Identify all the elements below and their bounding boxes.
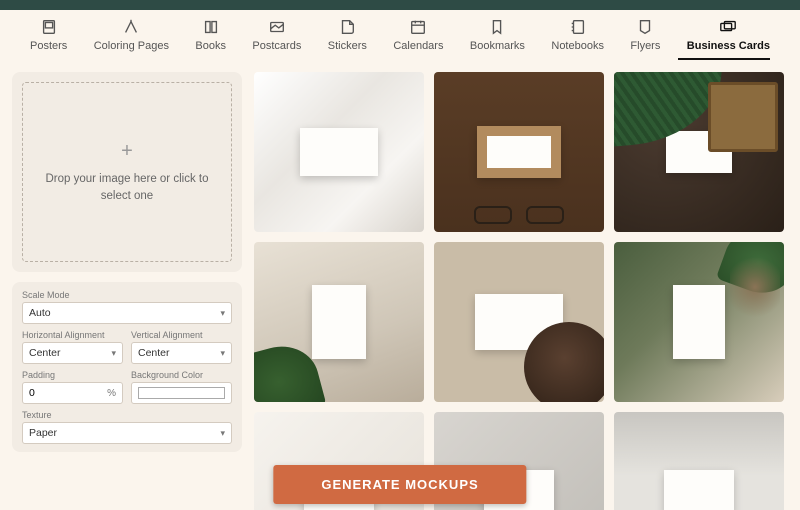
nav-tab-label: Books: [195, 40, 226, 52]
business-card-placeholder: [664, 470, 734, 510]
bg-color-label: Background Color: [131, 370, 232, 380]
top-bar: [0, 0, 800, 10]
posters-icon: [40, 18, 58, 36]
main-body: + Drop your image here or click to selec…: [0, 66, 800, 510]
bg-color-field: Background Color: [131, 370, 232, 404]
nav-tab-stickers[interactable]: Stickers: [328, 18, 367, 52]
decor-dried-plant: [730, 252, 780, 322]
books-icon: [202, 18, 220, 36]
padding-field: Padding %: [22, 370, 123, 404]
dropzone-text: Drop your image here or click to select …: [33, 171, 221, 203]
scale-mode-label: Scale Mode: [22, 290, 232, 300]
padding-suffix: %: [107, 388, 116, 399]
v-align-select[interactable]: Center: [131, 342, 232, 364]
business-cards-icon: [719, 18, 737, 36]
nav-tab-label: Bookmarks: [470, 40, 525, 52]
generate-mockups-button[interactable]: GENERATE MOCKUPS: [273, 465, 526, 504]
h-align-field: Horizontal Alignment Center: [22, 330, 123, 364]
business-card-placeholder: [312, 285, 366, 359]
business-card-placeholder: [477, 126, 561, 178]
h-align-label: Horizontal Alignment: [22, 330, 123, 340]
nav-tab-books[interactable]: Books: [195, 18, 226, 52]
nav-tab-label: Stickers: [328, 40, 367, 52]
v-align-field: Vertical Alignment Center: [131, 330, 232, 364]
stickers-icon: [338, 18, 356, 36]
mockup-template[interactable]: [254, 242, 424, 402]
bg-color-swatch: [138, 387, 225, 399]
nav-tab-notebooks[interactable]: Notebooks: [551, 18, 604, 52]
texture-value: Paper: [29, 427, 57, 439]
notebooks-icon: [569, 18, 587, 36]
h-align-select[interactable]: Center: [22, 342, 123, 364]
nav-tab-coloring-pages[interactable]: Coloring Pages: [94, 18, 169, 52]
mockup-grid: [254, 72, 788, 510]
mockup-template[interactable]: [614, 412, 784, 510]
h-align-value: Center: [29, 347, 61, 359]
left-panel: + Drop your image here or click to selec…: [12, 72, 242, 510]
nav-tab-label: Postcards: [252, 40, 301, 52]
v-align-value: Center: [138, 347, 170, 359]
padding-label: Padding: [22, 370, 123, 380]
image-dropzone[interactable]: + Drop your image here or click to selec…: [22, 82, 232, 262]
nav-tab-label: Flyers: [630, 40, 660, 52]
business-card-placeholder: [673, 285, 725, 359]
nav-tab-posters[interactable]: Posters: [30, 18, 67, 52]
mockup-template[interactable]: [254, 72, 424, 232]
decor-glasses: [474, 206, 564, 224]
decor-tray: [708, 82, 778, 152]
nav-tab-label: Calendars: [393, 40, 443, 52]
active-tab-underline: [678, 58, 770, 60]
scale-mode-value: Auto: [29, 307, 51, 319]
dropzone-container: + Drop your image here or click to selec…: [12, 72, 242, 272]
mockup-template[interactable]: [434, 242, 604, 402]
nav-tab-bookmarks[interactable]: Bookmarks: [470, 18, 525, 52]
scale-mode-field: Scale Mode Auto: [22, 290, 232, 324]
nav-tab-label: Coloring Pages: [94, 40, 169, 52]
nav-tab-label: Notebooks: [551, 40, 604, 52]
mockup-template[interactable]: [614, 242, 784, 402]
postcards-icon: [268, 18, 286, 36]
texture-label: Texture: [22, 410, 232, 420]
controls-panel: Scale Mode Auto Horizontal Alignment Cen…: [12, 282, 242, 452]
bg-color-input[interactable]: [131, 382, 232, 404]
padding-input[interactable]: [29, 387, 116, 399]
v-align-label: Vertical Alignment: [131, 330, 232, 340]
texture-select[interactable]: Paper: [22, 422, 232, 444]
nav-tab-label: Posters: [30, 40, 67, 52]
mockup-template[interactable]: [614, 72, 784, 232]
padding-input-wrap[interactable]: %: [22, 382, 123, 404]
mockup-template[interactable]: [434, 72, 604, 232]
category-nav: Posters Coloring Pages Books Postcards Stick…: [0, 10, 800, 58]
nav-tab-flyers[interactable]: Flyers: [630, 18, 660, 52]
scale-mode-select[interactable]: Auto: [22, 302, 232, 324]
nav-tab-calendars[interactable]: Calendars: [393, 18, 443, 52]
calendars-icon: [409, 18, 427, 36]
plus-icon: +: [121, 140, 133, 163]
business-card-placeholder: [300, 128, 378, 176]
coloring-icon: [122, 18, 140, 36]
texture-field: Texture Paper: [22, 410, 232, 444]
nav-tab-postcards[interactable]: Postcards: [252, 18, 301, 52]
nav-tab-business-cards[interactable]: Business Cards: [687, 18, 770, 52]
flyers-icon: [636, 18, 654, 36]
bookmarks-icon: [488, 18, 506, 36]
nav-tab-label: Business Cards: [687, 40, 770, 52]
